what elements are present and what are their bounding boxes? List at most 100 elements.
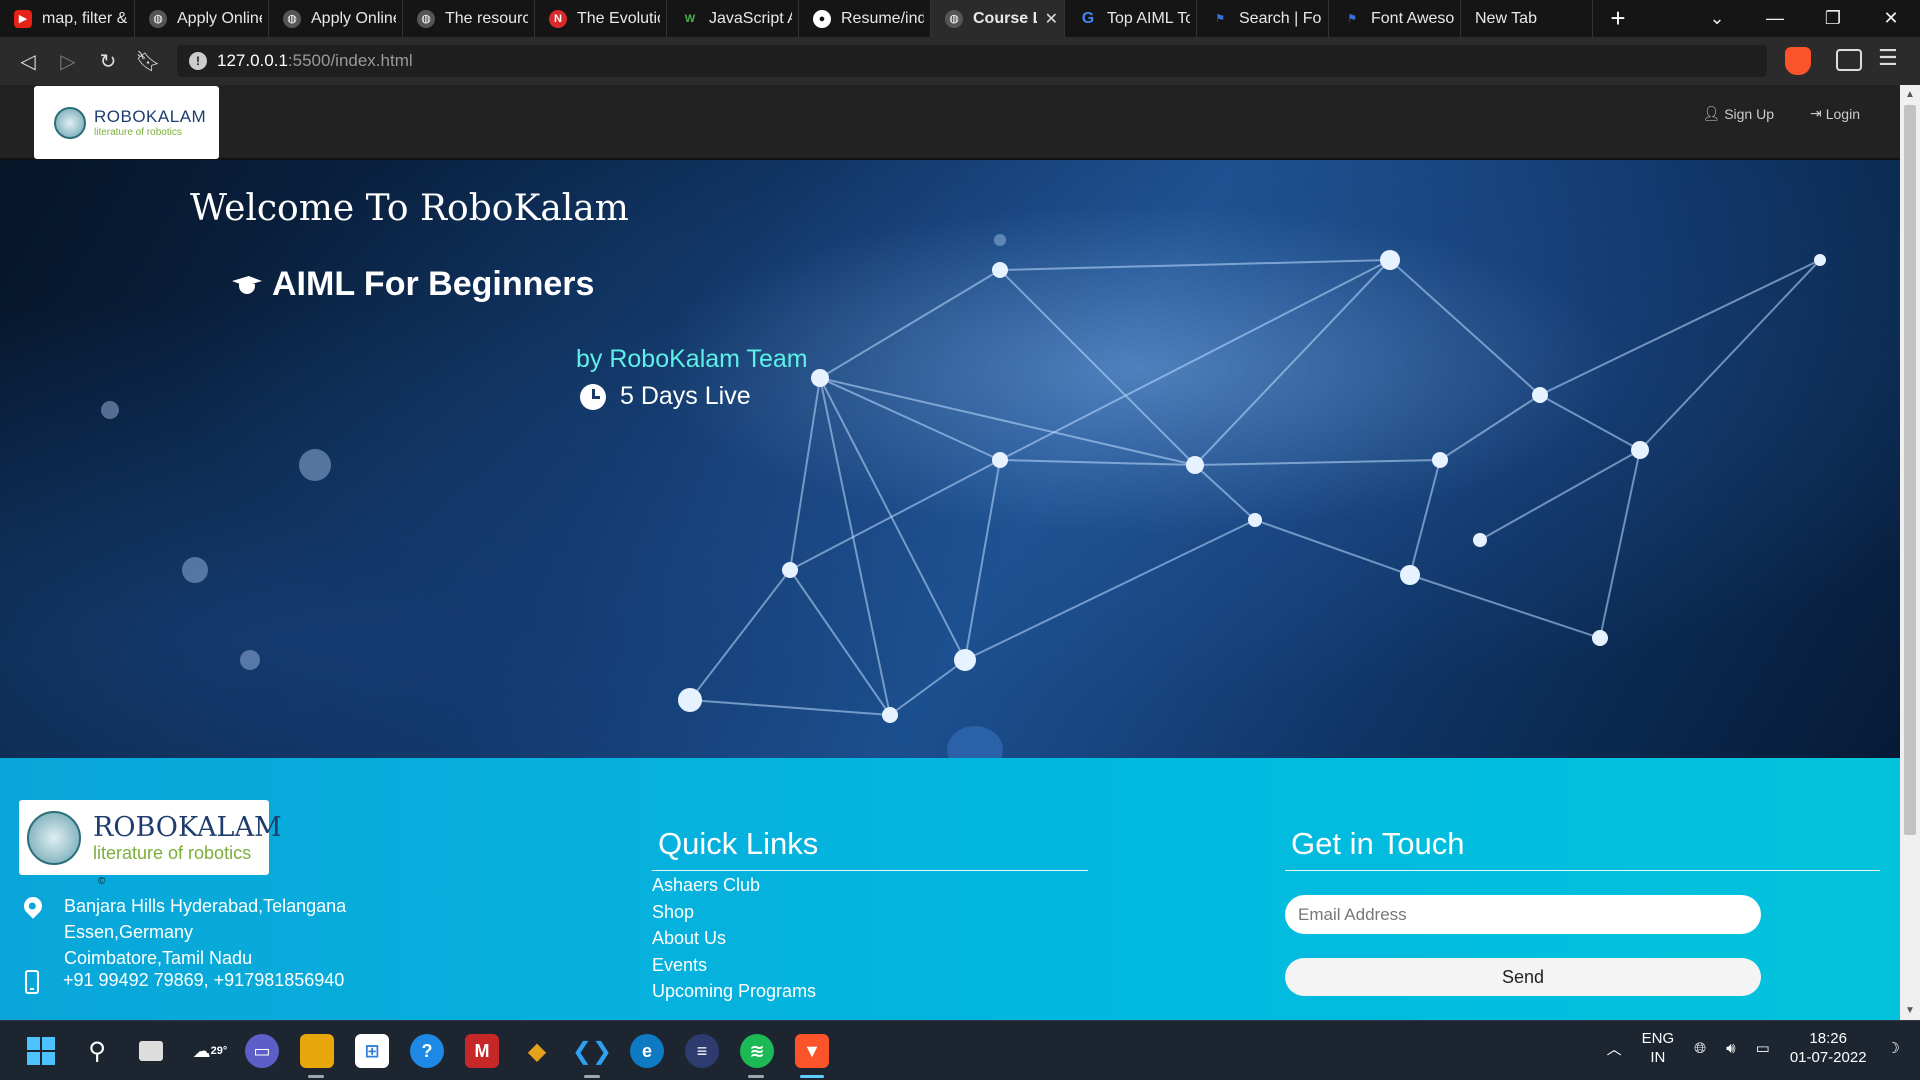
- network-background-image: [101, 234, 1826, 758]
- signup-link[interactable]: 👤︎ Sign Up: [1702, 105, 1774, 122]
- browser-tab[interactable]: ⚑ Search | Font: [1197, 0, 1329, 37]
- address-line: Coimbatore,Tamil Nadu: [64, 948, 253, 968]
- weather-widget[interactable]: ☁ 29°: [188, 1034, 232, 1068]
- teams-chat-icon[interactable]: ▭: [245, 1034, 279, 1068]
- browser-tab-active[interactable]: ◍ Course La ✕: [931, 0, 1065, 37]
- footer-logo[interactable]: ROBOKALAM literature of robotics: [19, 800, 282, 875]
- battery-icon[interactable]: ▭: [1756, 1039, 1770, 1057]
- mcafee-icon[interactable]: M: [465, 1034, 499, 1068]
- site-header: ROBOKALAM literature of robotics 👤︎ Sign…: [0, 85, 1900, 160]
- scroll-up-icon[interactable]: ▲: [1905, 89, 1915, 100]
- start-windows-icon[interactable]: [24, 1034, 58, 1068]
- page-scrollbar[interactable]: ▲ ▼: [1900, 85, 1920, 1020]
- hero-banner: Welcome To RoboKalam AIML For Beginners …: [0, 160, 1900, 758]
- browser-tab[interactable]: G Top AIML To: [1065, 0, 1197, 37]
- brave-shield-icon[interactable]: [1785, 47, 1811, 75]
- chevron-up-icon[interactable]: ︿: [1607, 1038, 1622, 1059]
- quick-link-about-us[interactable]: About Us: [652, 925, 816, 952]
- browser-tab[interactable]: ◍ Apply Online: [269, 0, 403, 37]
- footer-logo-name: ROBOKALAM: [93, 811, 282, 843]
- quick-links-title: Quick Links: [658, 826, 819, 861]
- focus-assist-icon[interactable]: ☽: [1887, 1039, 1900, 1057]
- menu-icon[interactable]: ☰: [1878, 45, 1898, 71]
- spotify-icon[interactable]: ≋: [740, 1034, 774, 1068]
- quick-link-ashaers-club[interactable]: Ashaers Club: [652, 872, 816, 899]
- graduation-cap-icon: [232, 274, 262, 296]
- site-footer: ROBOKALAM literature of robotics © Banja…: [0, 758, 1900, 1020]
- course-duration: 5 Days Live: [580, 382, 751, 411]
- task-view-icon[interactable]: [134, 1034, 168, 1068]
- user-icon: 👤︎: [1702, 105, 1721, 121]
- address-bar[interactable]: ! 127.0.0.1:5500/index.html: [177, 45, 1767, 77]
- footer-logo-tagline: literature of robotics: [93, 842, 252, 863]
- network-icon[interactable]: 🌐︎: [1694, 1040, 1706, 1057]
- site-info-icon[interactable]: !: [189, 52, 207, 70]
- phone-numbers: +91 99492 79869, +917981856940: [63, 970, 345, 990]
- clock[interactable]: 18:26 01-07-2022: [1790, 1029, 1867, 1067]
- eclipse-icon[interactable]: ≡: [685, 1034, 719, 1068]
- git-icon[interactable]: ◆: [520, 1034, 554, 1068]
- logo-name: ROBOKALAM: [94, 107, 207, 126]
- email-input[interactable]: [1285, 895, 1761, 934]
- clock-icon: [580, 383, 606, 410]
- quick-links-list: Ashaers Club Shop About Us Events Upcomi…: [652, 872, 816, 1005]
- browser-tab[interactable]: ◍ The resource: [403, 0, 535, 37]
- globe-icon: ◍: [149, 9, 167, 28]
- help-icon[interactable]: ?: [410, 1034, 444, 1068]
- browser-tab[interactable]: N The Evolution: [535, 0, 667, 37]
- globe-icon: ◍: [283, 9, 301, 28]
- bookmark-icon[interactable]: 🔖︎: [128, 41, 168, 81]
- toolbar: ◁ ▷ ↻ 🔖︎ ! 127.0.0.1:5500/index.html ☰: [0, 37, 1920, 85]
- forward-button[interactable]: ▷: [48, 41, 88, 81]
- back-button[interactable]: ◁: [8, 41, 48, 81]
- new-tab-button[interactable]: +: [1593, 3, 1643, 34]
- quick-link-upcoming-programs[interactable]: Upcoming Programs: [652, 978, 816, 1005]
- send-button[interactable]: Send: [1285, 958, 1761, 996]
- quick-link-shop[interactable]: Shop: [652, 899, 816, 926]
- active-indicator: [800, 1075, 824, 1078]
- address-line: Essen,Germany: [64, 922, 194, 942]
- windows-taskbar: ⚲ ☁ 29° ▭ ⊞ ? M ◆ ❮❯ e ≡ ≋ ▼ ︿ ENG IN 🌐︎ …: [0, 1020, 1920, 1080]
- globe-icon: ◍: [945, 9, 963, 28]
- quick-link-events[interactable]: Events: [652, 952, 816, 979]
- cloud-icon: ☁: [192, 1040, 211, 1061]
- browser-tab[interactable]: ▶ map, filter &: [0, 0, 135, 37]
- browser-tab[interactable]: New Tab: [1461, 0, 1593, 37]
- wallet-icon[interactable]: [1836, 49, 1862, 71]
- divider: [652, 870, 1088, 871]
- close-window-button[interactable]: ✕: [1862, 0, 1920, 37]
- scrollbar-thumb[interactable]: [1904, 105, 1916, 835]
- edge-icon[interactable]: e: [630, 1034, 664, 1068]
- globe-icon: ◍: [417, 9, 435, 28]
- window-controls: ⌄ — ❐ ✕: [1688, 0, 1920, 37]
- microsoft-store-icon[interactable]: ⊞: [355, 1034, 389, 1068]
- vscode-icon[interactable]: ❮❯: [572, 1034, 612, 1068]
- phone-block: +91 99492 79869, +917981856940: [25, 970, 344, 994]
- logo-globe-icon: [54, 106, 86, 139]
- page-viewport: ROBOKALAM literature of robotics 👤︎ Sign…: [0, 85, 1900, 1020]
- browser-tab[interactable]: W JavaScript Ar: [667, 0, 799, 37]
- browser-tab[interactable]: ◍ Apply Online: [135, 0, 269, 37]
- reload-icon[interactable]: ↻: [88, 41, 128, 81]
- browser-tab[interactable]: ● Resume/inde: [799, 0, 931, 37]
- maximize-button[interactable]: ❐: [1804, 0, 1862, 37]
- volume-icon[interactable]: 🔊︎: [1726, 1040, 1735, 1057]
- address-block: Banjara Hills Hyderabad,Telangana Essen,…: [20, 893, 347, 971]
- address-line: Banjara Hills Hyderabad,Telangana: [64, 896, 347, 916]
- scroll-down-icon[interactable]: ▼: [1905, 1005, 1915, 1016]
- language-indicator[interactable]: ENG IN: [1642, 1029, 1675, 1067]
- minimize-button[interactable]: —: [1746, 0, 1804, 37]
- copyright-mark: ©: [98, 876, 106, 887]
- tab-search-icon[interactable]: ⌄: [1688, 0, 1746, 37]
- file-explorer-icon[interactable]: [300, 1034, 334, 1068]
- brave-browser-icon[interactable]: ▼: [795, 1034, 829, 1068]
- flag-icon: ⚑: [1215, 13, 1225, 25]
- site-logo[interactable]: ROBOKALAM literature of robotics: [34, 86, 219, 159]
- running-indicator: [308, 1075, 324, 1078]
- search-icon[interactable]: ⚲: [80, 1034, 114, 1068]
- browser-tab[interactable]: ⚑ Font Aweson: [1329, 0, 1461, 37]
- hero-title: Welcome To RoboKalam: [190, 188, 629, 229]
- close-tab-icon[interactable]: ✕: [1045, 9, 1058, 29]
- divider: [1285, 870, 1880, 871]
- login-link[interactable]: ⇥ Login: [1810, 105, 1860, 122]
